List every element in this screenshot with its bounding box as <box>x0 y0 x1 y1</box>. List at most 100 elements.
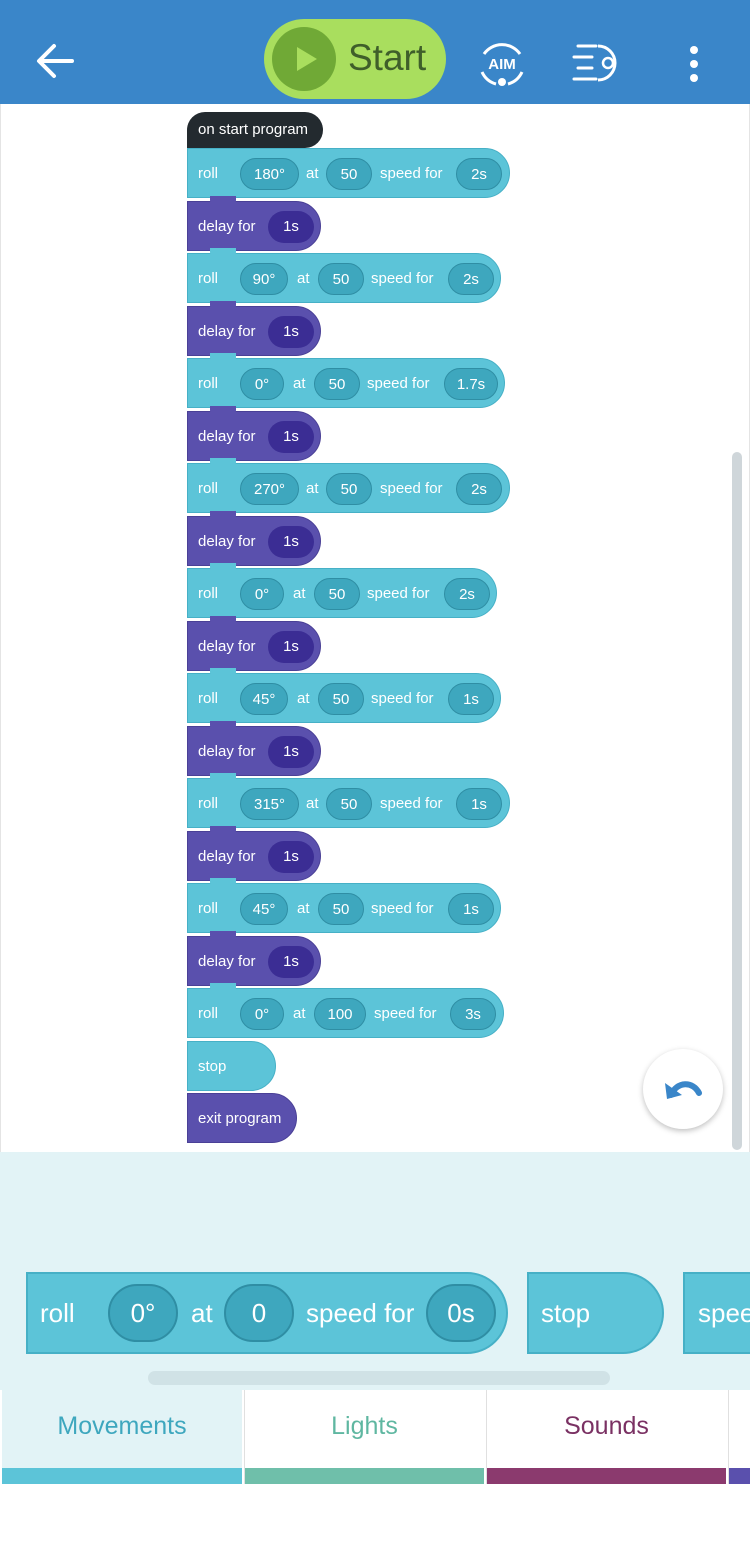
duration-value[interactable]: 1s <box>448 683 494 715</box>
back-button[interactable] <box>30 36 80 86</box>
speed-value[interactable]: 50 <box>314 368 360 400</box>
play-icon <box>272 27 336 91</box>
roll-block[interactable]: roll 0° at 50 speed for 1.7s <box>187 353 505 408</box>
roll-block[interactable]: roll 315° at 50 speed for 1s <box>187 773 510 828</box>
heading-value[interactable]: 0° <box>240 578 284 610</box>
delay-value[interactable]: 1s <box>268 316 314 348</box>
heading-value[interactable]: 180° <box>240 158 299 190</box>
speed-value[interactable]: 50 <box>326 158 372 190</box>
delay-value[interactable]: 1s <box>268 631 314 663</box>
roll-label: roll <box>198 900 219 917</box>
palette-roll-block[interactable]: roll 0° at 0 speed for 0s <box>26 1272 508 1354</box>
heading-value[interactable]: 270° <box>240 473 299 505</box>
delay-value[interactable]: 1s <box>268 841 314 873</box>
heading-value[interactable]: 0° <box>240 998 284 1030</box>
speed-label-partial: spee <box>698 1298 750 1328</box>
on-start-program-block[interactable]: on start program <box>187 112 323 148</box>
duration-value[interactable]: 1s <box>456 788 502 820</box>
duration-value[interactable]: 1.7s <box>444 368 498 400</box>
speed-value[interactable]: 50 <box>318 683 364 715</box>
roll-block[interactable]: roll 90° at 50 speed for 2s <box>187 248 501 303</box>
roll-block[interactable]: roll 0° at 50 speed for 2s <box>187 563 497 618</box>
undo-button[interactable] <box>643 1049 723 1129</box>
tab-movements[interactable]: Movements <box>2 1390 242 1484</box>
palette-stop-block[interactable]: stop <box>527 1272 664 1354</box>
arrow-left-icon <box>37 44 74 78</box>
speed-value[interactable]: 0 <box>224 1284 294 1342</box>
duration-value[interactable]: 1s <box>448 893 494 925</box>
speed-value[interactable]: 50 <box>326 788 372 820</box>
delay-value[interactable]: 1s <box>268 421 314 453</box>
aim-button[interactable]: AIM <box>474 38 530 90</box>
duration-value[interactable]: 2s <box>444 578 490 610</box>
duration-value[interactable]: 2s <box>448 263 494 295</box>
roll-label: roll <box>198 270 219 287</box>
speed-for-label: speed for <box>371 270 434 287</box>
speed-value[interactable]: 50 <box>318 263 364 295</box>
tab-lights[interactable]: Lights <box>244 1390 484 1484</box>
roll-block[interactable]: roll 270° at 50 speed for 2s <box>187 458 510 513</box>
top-app-bar: Start AIM <box>0 0 750 104</box>
delay-value[interactable]: 1s <box>268 526 314 558</box>
palette-speed-block[interactable]: spee <box>683 1272 750 1354</box>
speed-value[interactable]: 50 <box>318 893 364 925</box>
delay-value[interactable]: 1s <box>268 736 314 768</box>
heading-value[interactable]: 90° <box>240 263 288 295</box>
duration-value[interactable]: 2s <box>456 158 502 190</box>
start-label: Start <box>348 37 427 78</box>
speed-value[interactable]: 100 <box>314 998 366 1030</box>
delay-value[interactable]: 1s <box>268 946 314 978</box>
delay-label: delay for <box>198 953 256 970</box>
block-palette[interactable] <box>0 1152 750 1390</box>
more-options-button[interactable] <box>680 44 708 84</box>
program-list-button[interactable] <box>572 40 624 86</box>
tab-next-partial[interactable] <box>728 1390 750 1484</box>
heading-value[interactable]: 0° <box>108 1284 178 1342</box>
delay-block[interactable]: delay for 1s <box>187 721 321 776</box>
speed-for-label: speed for <box>380 165 443 182</box>
at-label: at <box>293 585 306 602</box>
stop-block[interactable]: stop <box>187 1041 276 1091</box>
delay-block[interactable]: delay for 1s <box>187 511 321 566</box>
exit-program-block[interactable]: exit program <box>187 1093 297 1143</box>
delay-block[interactable]: delay for 1s <box>187 931 321 986</box>
delay-block[interactable]: delay for 1s <box>187 196 321 251</box>
duration-value[interactable]: 0s <box>426 1284 496 1342</box>
stop-label: stop <box>541 1298 591 1328</box>
at-label: at <box>293 375 306 392</box>
roll-block[interactable]: roll 45° at 50 speed for 1s <box>187 878 501 933</box>
roll-block[interactable]: roll 180° at 50 speed for 2s <box>187 148 510 198</box>
tab-sounds[interactable]: Sounds <box>486 1390 726 1484</box>
delay-label: delay for <box>198 323 256 340</box>
delay-value[interactable]: 1s <box>268 211 314 243</box>
stop-label: stop <box>198 1058 227 1075</box>
delay-block[interactable]: delay for 1s <box>187 616 321 671</box>
duration-value[interactable]: 2s <box>456 473 502 505</box>
roll-block[interactable]: roll 0° at 100 speed for 3s <box>187 983 504 1038</box>
palette-scrollbar[interactable] <box>148 1371 610 1385</box>
delay-block[interactable]: delay for 1s <box>187 406 321 461</box>
heading-value[interactable]: 315° <box>240 788 299 820</box>
roll-block[interactable]: roll 45° at 50 speed for 1s <box>187 668 501 723</box>
tab-color-bar <box>729 1468 750 1484</box>
delay-label: delay for <box>198 638 256 655</box>
speed-for-label: speed for <box>306 1298 415 1328</box>
speed-value[interactable]: 50 <box>326 473 372 505</box>
speed-for-label: speed for <box>371 690 434 707</box>
delay-label: delay for <box>198 533 256 550</box>
heading-value[interactable]: 45° <box>240 893 288 925</box>
start-button[interactable]: Start <box>264 19 446 99</box>
delay-block[interactable]: delay for 1s <box>187 301 321 356</box>
roll-label: roll <box>198 795 219 812</box>
workspace-scrollbar[interactable] <box>732 452 742 1150</box>
tab-color-bar <box>487 1468 726 1484</box>
heading-value[interactable]: 45° <box>240 683 288 715</box>
delay-block[interactable]: delay for 1s <box>187 826 321 881</box>
tab-label: Lights <box>331 1412 398 1440</box>
speed-for-label: speed for <box>367 585 430 602</box>
heading-value[interactable]: 0° <box>240 368 284 400</box>
speed-value[interactable]: 50 <box>314 578 360 610</box>
duration-value[interactable]: 3s <box>450 998 496 1030</box>
at-label: at <box>297 270 310 287</box>
tab-color-bar <box>2 1468 242 1484</box>
